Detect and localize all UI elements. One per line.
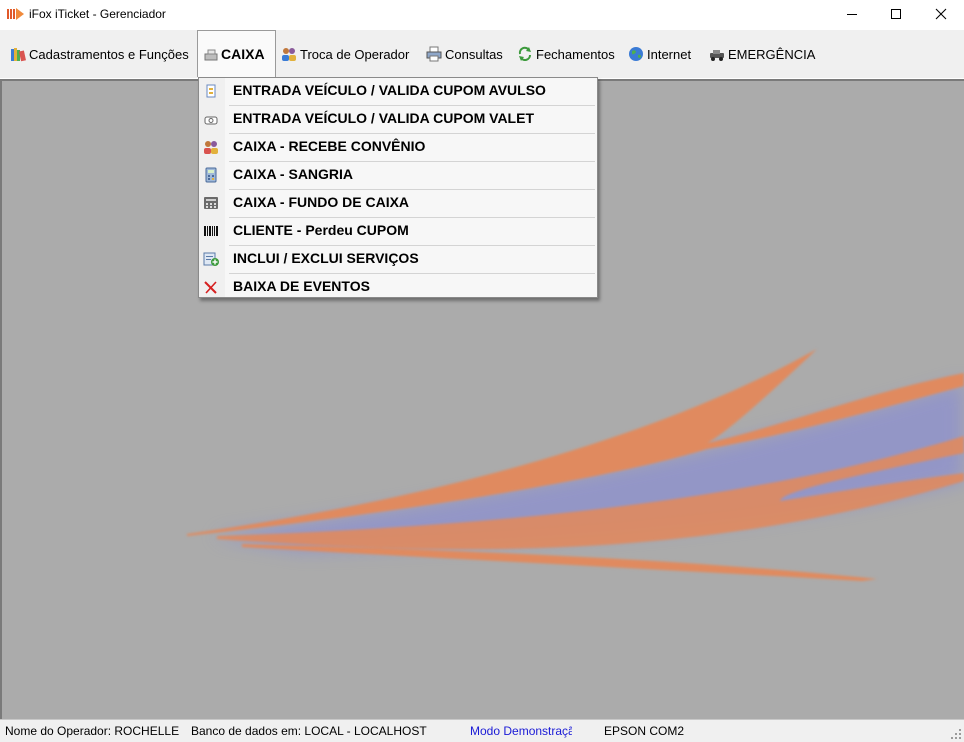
menu-item-fundo-caixa[interactable]: CAIXA - FUNDO DE CAIXA <box>199 190 597 218</box>
resize-grip-icon[interactable] <box>950 728 962 740</box>
books-icon <box>11 48 26 62</box>
title-bar: iFox iTicket - Gerenciador <box>0 0 964 30</box>
menu-emergencia[interactable]: EMERGÊNCIA <box>709 40 815 68</box>
add-service-icon <box>203 252 219 266</box>
valet-icon <box>204 116 218 125</box>
menu-item-label: CLIENTE - Perdeu CUPOM <box>233 222 409 238</box>
menu-caixa[interactable]: CAIXA <box>197 30 276 77</box>
menu-item-label: CAIXA - FUNDO DE CAIXA <box>233 194 410 210</box>
window-title: iFox iTicket - Gerenciador <box>29 7 166 21</box>
status-operator: Nome do Operador: ROCHELLE <box>5 724 180 738</box>
menu-item-entrada-avulso[interactable]: ENTRADA VEÍCULO / VALIDA CUPOM AVULSO <box>199 78 597 106</box>
red-x-icon <box>204 281 217 294</box>
menu-item-label: BAIXA DE EVENTOS <box>233 278 370 294</box>
menu-internet[interactable]: Internet <box>628 40 691 68</box>
menu-troca-operador[interactable]: Troca de Operador <box>281 40 409 68</box>
menu-label: CAIXA <box>221 46 265 62</box>
menu-item-label: INCLUI / EXCLUI SERVIÇOS <box>233 250 419 266</box>
menu-label: Cadastramentos e Funções <box>29 46 189 62</box>
menu-fechamentos[interactable]: Fechamentos <box>517 40 615 68</box>
menu-item-recebe-convenio[interactable]: CAIXA - RECEBE CONVÊNIO <box>199 134 597 162</box>
close-icon <box>935 8 947 20</box>
menu-cadastramentos[interactable]: Cadastramentos e Funções <box>10 40 189 68</box>
status-printer: EPSON COM2 <box>604 724 685 738</box>
menu-label: Fechamentos <box>536 46 615 62</box>
menu-consultas[interactable]: Consultas <box>426 40 503 68</box>
ticket-icon <box>206 84 216 98</box>
printer-icon <box>426 46 442 62</box>
menu-item-inclui-exclui-servicos[interactable]: INCLUI / EXCLUI SERVIÇOS <box>199 246 597 274</box>
menu-item-label: ENTRADA VEÍCULO / VALIDA CUPOM VALET <box>233 110 534 126</box>
menu-label: Consultas <box>445 46 503 62</box>
menu-label: Troca de Operador <box>300 46 410 62</box>
refresh-icon <box>518 46 531 61</box>
calculator-icon <box>205 167 217 183</box>
menu-label: EMERGÊNCIA <box>728 46 816 62</box>
menu-bar: Cadastramentos e Funções Troca de Operad… <box>0 30 964 78</box>
car-crash-icon <box>710 50 724 61</box>
agreement-icon <box>204 141 218 154</box>
minimize-icon <box>847 14 857 15</box>
menu-item-sangria[interactable]: CAIXA - SANGRIA <box>199 162 597 190</box>
barcode-icon <box>204 226 218 236</box>
globe-icon <box>629 47 643 61</box>
maximize-button[interactable] <box>873 0 919 28</box>
caixa-dropdown-menu: ENTRADA VEÍCULO / VALIDA CUPOM AVULSO EN… <box>198 77 598 298</box>
minimize-button[interactable] <box>829 0 875 28</box>
menu-item-label: ENTRADA VEÍCULO / VALIDA CUPOM AVULSO <box>233 82 546 98</box>
keypad-icon <box>204 197 218 209</box>
close-button[interactable] <box>918 0 964 28</box>
menu-item-label: CAIXA - RECEBE CONVÊNIO <box>233 138 426 154</box>
menu-label: Internet <box>647 46 692 62</box>
status-database: Banco de dados em: LOCAL - LOCALHOST <box>191 724 427 738</box>
status-mode: Modo Demonstração <box>470 724 572 738</box>
users-icon <box>282 48 296 61</box>
status-bar: Nome do Operador: ROCHELLE Banco de dado… <box>0 719 964 742</box>
maximize-icon <box>891 9 901 19</box>
menu-item-label: CAIXA - SANGRIA <box>233 166 354 182</box>
menu-item-entrada-valet[interactable]: ENTRADA VEÍCULO / VALIDA CUPOM VALET <box>199 106 597 134</box>
ifox-logo-icon <box>7 8 24 20</box>
menu-item-baixa-eventos[interactable]: BAIXA DE EVENTOS <box>199 274 597 302</box>
menu-item-perdeu-cupom[interactable]: CLIENTE - Perdeu CUPOM <box>199 218 597 246</box>
cash-register-icon <box>204 49 218 61</box>
